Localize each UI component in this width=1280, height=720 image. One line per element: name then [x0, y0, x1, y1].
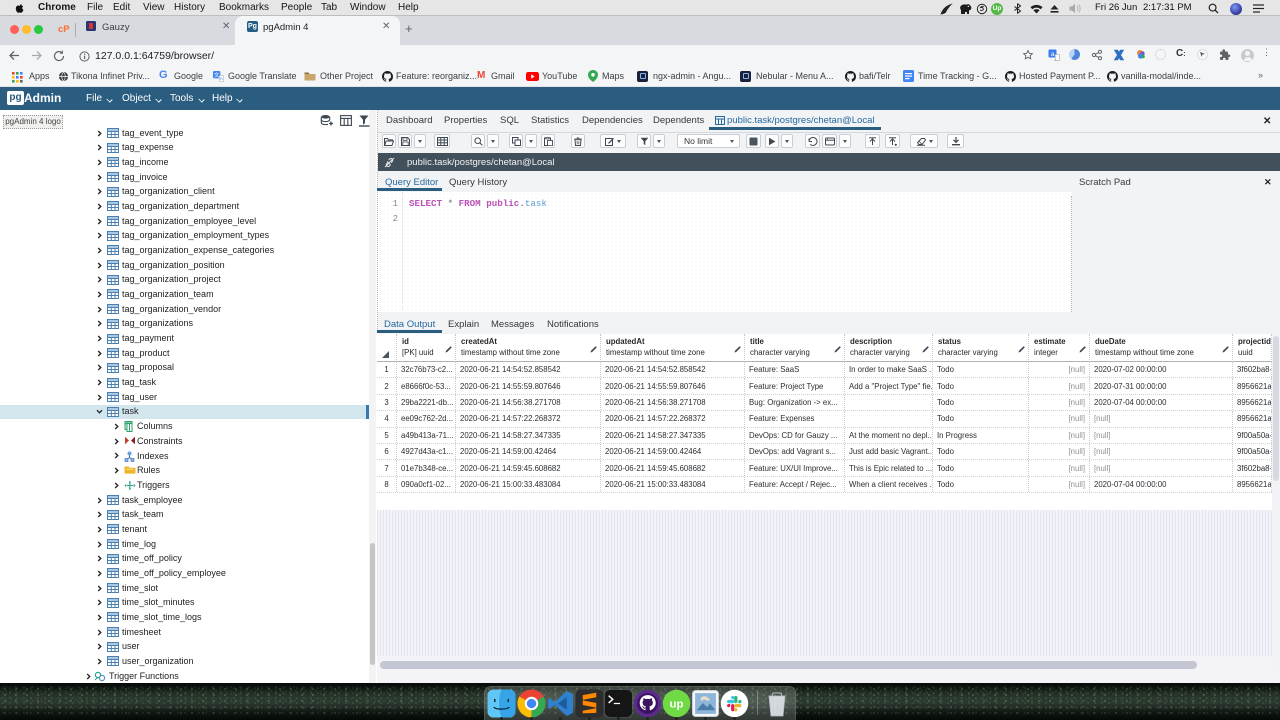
- svg-text:a: a: [1051, 51, 1055, 58]
- svg-text:up: up: [670, 698, 684, 710]
